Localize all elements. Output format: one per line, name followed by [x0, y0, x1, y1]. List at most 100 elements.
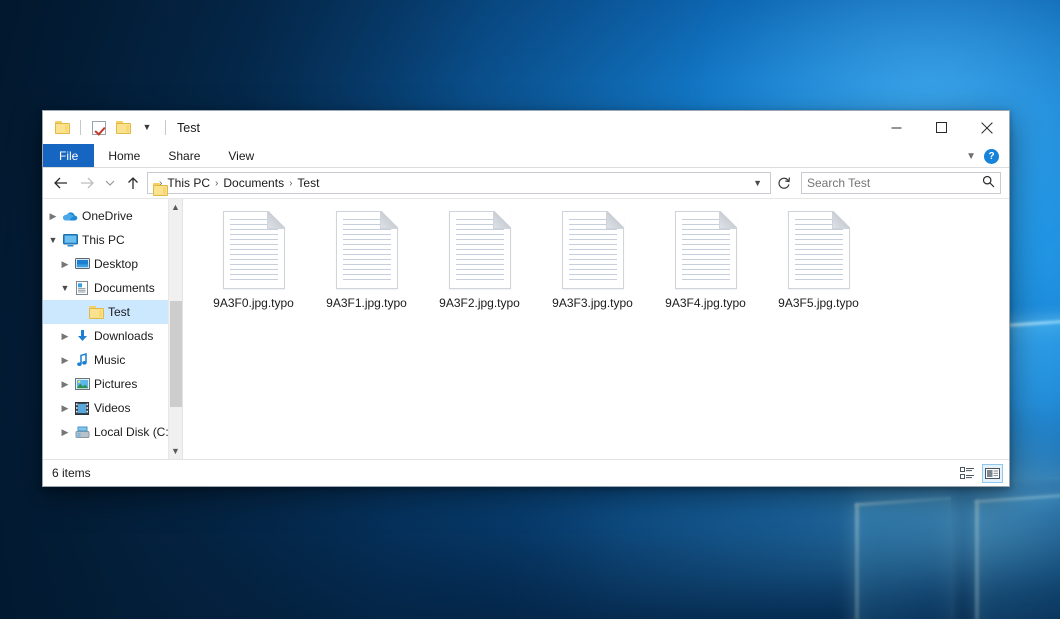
chevron-down-icon[interactable]: ▼	[45, 235, 61, 245]
file-item[interactable]: 9A3F0.jpg.typo	[197, 207, 310, 323]
downloads-arrow-icon	[73, 329, 91, 343]
file-item[interactable]: 9A3F4.jpg.typo	[649, 207, 762, 323]
generic-file-icon	[449, 211, 511, 289]
breadcrumb-separator[interactable]: ›	[287, 178, 294, 189]
explorer-body: ▶ OneDrive ▼ This PC ▶	[43, 198, 1009, 459]
generic-file-icon	[675, 211, 737, 289]
chevron-right-icon[interactable]: ▶	[57, 355, 73, 366]
item-count-label: 6 items	[52, 466, 91, 480]
file-name-label: 9A3F0.jpg.typo	[213, 296, 294, 310]
help-icon[interactable]: ?	[984, 149, 999, 164]
sidebar-item-label: This PC	[79, 233, 125, 247]
view-toggle-group	[957, 464, 1003, 483]
toolbar-divider	[80, 120, 81, 135]
up-button[interactable]	[121, 171, 145, 195]
scrollbar-track[interactable]	[169, 215, 183, 443]
file-item[interactable]: 9A3F2.jpg.typo	[423, 207, 536, 323]
videos-film-icon	[73, 402, 91, 415]
sidebar-item-label: Videos	[91, 401, 130, 415]
details-view-button[interactable]	[957, 464, 978, 483]
chevron-right-icon[interactable]: ▶	[57, 259, 73, 270]
minimize-button[interactable]	[874, 111, 919, 144]
file-explorer-window: ▼ Test File Home Share Vi	[42, 110, 1010, 487]
title-bar[interactable]: ▼ Test	[43, 111, 1009, 144]
this-pc-monitor-icon	[61, 234, 79, 247]
scrollbar-thumb[interactable]	[170, 301, 182, 407]
sidebar-item-label: Music	[91, 353, 125, 367]
chevron-down-icon[interactable]: ▼	[57, 283, 73, 293]
hard-drive-icon	[73, 426, 91, 439]
sidebar-item-test[interactable]: ▶ Test	[43, 300, 182, 324]
chevron-right-icon[interactable]: ▶	[57, 379, 73, 390]
close-button[interactable]	[964, 111, 1009, 144]
ribbon-tab-bar: File Home Share View ▼ ?	[43, 144, 1009, 168]
sidebar-item-label: Documents	[91, 281, 155, 295]
tab-view[interactable]: View	[214, 144, 268, 167]
sidebar-item-documents[interactable]: ▼ Documents	[43, 276, 182, 300]
sidebar-item-label: Downloads	[91, 329, 153, 343]
sidebar-item-onedrive[interactable]: ▶ OneDrive	[43, 204, 182, 228]
chevron-down-icon[interactable]: ▼	[966, 151, 976, 162]
maximize-button[interactable]	[919, 111, 964, 144]
onedrive-cloud-icon	[61, 210, 79, 222]
back-button[interactable]	[49, 171, 73, 195]
breadcrumb[interactable]: › This PC › Documents › Test ▼	[147, 172, 771, 194]
sidebar-item-downloads[interactable]: ▶ Downloads	[43, 324, 182, 348]
chevron-right-icon[interactable]: ▶	[57, 403, 73, 414]
tab-share[interactable]: Share	[154, 144, 214, 167]
file-list-pane[interactable]: 9A3F0.jpg.typo 9A3F1.jpg.typo 9A3F2.jpg.…	[183, 199, 1009, 459]
properties-icon[interactable]	[89, 118, 109, 138]
chevron-down-icon[interactable]: ▼	[137, 118, 157, 138]
large-icons-view-button[interactable]	[982, 464, 1003, 483]
chevron-right-icon[interactable]: ▶	[45, 211, 61, 222]
sidebar-item-label: Test	[105, 305, 130, 319]
chevron-right-icon[interactable]: ▶	[57, 427, 73, 438]
tab-home[interactable]: Home	[94, 144, 154, 167]
music-note-icon	[73, 353, 91, 367]
tab-file[interactable]: File	[43, 144, 94, 167]
sidebar-item-label: Desktop	[91, 257, 138, 271]
folder-tree: ▶ OneDrive ▼ This PC ▶	[43, 199, 182, 444]
sidebar-item-pictures[interactable]: ▶ Pictures	[43, 372, 182, 396]
file-item[interactable]: 9A3F5.jpg.typo	[762, 207, 875, 323]
refresh-icon[interactable]	[773, 172, 795, 194]
search-box[interactable]: Search Test	[801, 172, 1001, 194]
search-input[interactable]: Search Test	[807, 176, 982, 190]
file-item[interactable]: 9A3F3.jpg.typo	[536, 207, 649, 323]
generic-file-icon	[788, 211, 850, 289]
chevron-placeholder-icon: ▶	[71, 307, 87, 318]
sidebar-item-desktop[interactable]: ▶ Desktop	[43, 252, 182, 276]
sidebar-item-label: Pictures	[91, 377, 137, 391]
breadcrumb-item-this-pc[interactable]: This PC	[164, 176, 213, 190]
sidebar-item-this-pc[interactable]: ▼ This PC	[43, 228, 182, 252]
forward-button[interactable]	[75, 171, 99, 195]
chevron-right-icon[interactable]: ▶	[57, 331, 73, 342]
desktop-icon	[73, 258, 91, 270]
ribbon-right-controls: ▼ ?	[966, 144, 1005, 168]
chevron-down-icon[interactable]: ▼	[747, 178, 768, 188]
recent-locations-button[interactable]	[101, 171, 119, 195]
quick-access-toolbar: ▼ Test	[43, 118, 200, 138]
file-item[interactable]: 9A3F1.jpg.typo	[310, 207, 423, 323]
breadcrumb-separator[interactable]: ›	[213, 178, 220, 189]
window-controls	[874, 111, 1009, 144]
folder-icon[interactable]	[52, 118, 72, 138]
generic-file-icon	[562, 211, 624, 289]
new-folder-icon[interactable]	[113, 118, 133, 138]
sidebar-item-local-disk-c[interactable]: ▶ Local Disk (C:)	[43, 420, 182, 444]
sidebar-item-music[interactable]: ▶ Music	[43, 348, 182, 372]
file-name-label: 9A3F3.jpg.typo	[552, 296, 633, 310]
folder-icon	[87, 306, 105, 319]
pictures-icon	[73, 378, 91, 390]
file-name-label: 9A3F4.jpg.typo	[665, 296, 746, 310]
generic-file-icon	[336, 211, 398, 289]
scroll-down-icon[interactable]: ▼	[169, 443, 183, 459]
sidebar-scrollbar[interactable]: ▲ ▼	[168, 199, 182, 459]
breadcrumb-item-documents[interactable]: Documents	[220, 176, 287, 190]
address-bar-row: › This PC › Documents › Test ▼ Search Te…	[43, 168, 1009, 198]
breadcrumb-item-test[interactable]: Test	[294, 176, 322, 190]
file-grid: 9A3F0.jpg.typo 9A3F1.jpg.typo 9A3F2.jpg.…	[197, 207, 1009, 323]
search-icon[interactable]	[982, 175, 995, 191]
scroll-up-icon[interactable]: ▲	[169, 199, 183, 215]
sidebar-item-videos[interactable]: ▶ Videos	[43, 396, 182, 420]
